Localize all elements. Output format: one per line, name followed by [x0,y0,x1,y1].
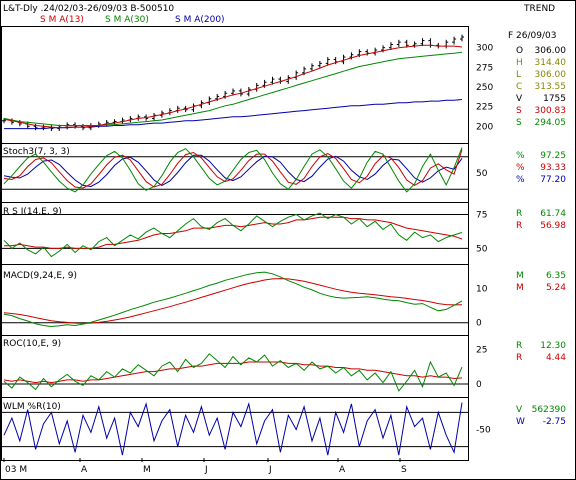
macd-ytick-label: 0 [476,319,482,329]
readout-key: V [516,94,523,104]
readout-value: 313.55 [535,82,567,92]
readout-value: 61.74 [540,209,566,219]
readout-value: 5.24 [546,283,566,293]
readout-key: % [516,163,525,173]
readout-key: V [516,405,523,415]
x-tick-label: 03 M [5,465,27,475]
readout-value: 6.35 [546,271,566,281]
readout-value: 562390 [532,405,567,415]
readout-value: 97.25 [540,151,566,161]
x-tick-label: A [81,465,88,475]
x-tick-label: A [339,465,346,475]
x-tick-label: M [143,465,151,475]
readout-key: O [516,46,523,56]
readout-key: W [516,417,525,427]
readout-key: R [516,209,522,219]
readout-value: 77.20 [540,175,566,185]
technical-chart: L&T-Dly .24/02/03-26/09/03 B-500510 S M … [0,0,576,480]
trend-label: TREND [523,4,555,14]
readout-key: S [516,106,522,116]
readout-key: % [516,175,525,185]
legend-sma30: S M A(30) [105,15,149,25]
readout-value: -2.75 [543,417,566,427]
readout-date: F 26/09/03 [508,31,556,41]
readout-value: 294.05 [535,118,567,128]
rsi-ytick-label: 75 [476,211,487,221]
readout-key: M [516,283,524,293]
readout-value: 306.00 [535,46,567,56]
readout-value: 12.30 [540,341,566,351]
readout-value: 56.98 [540,221,566,231]
rsi-title: R S I(14,E, 9) [3,207,62,217]
readout-value: 4.44 [546,353,566,363]
wr-title: WLM %R(10) [3,402,61,412]
rsi-ytick-label: 50 [476,244,488,254]
stoch-ytick-label: 50 [476,169,488,179]
readout-value: 300.83 [535,106,567,116]
readout-key: L [516,70,521,80]
roc-ytick-label: 0 [476,380,482,390]
macd-ytick-label: 10 [476,285,488,295]
price-ytick-label: 250 [476,83,493,93]
roc-title: ROC(10,E, 9) [3,339,61,349]
x-tick-label: J [268,465,272,475]
legend-sma13: S M A(13) [40,15,84,25]
readout-value: 93.33 [540,163,566,173]
wr-ytick-label: -50 [476,426,491,436]
legend-sma200: S M A(200) [175,15,225,25]
readout-key: C [516,82,522,92]
price-ytick-label: 275 [476,63,493,73]
readout-value: 306.00 [535,70,567,80]
chart-title: L&T-Dly .24/02/03-26/09/03 B-500510 [3,4,174,14]
readout-value: 314.40 [535,58,567,68]
readout-value: 1755 [543,94,566,104]
readout-key: M [516,271,524,281]
price-ytick-label: 200 [476,122,493,132]
readout-key: S [516,118,522,128]
readout-key: R [516,353,522,363]
x-tick-label: J [204,465,208,475]
price-ytick-label: 300 [476,44,493,54]
price-ytick-label: 225 [476,103,493,113]
readout-key: R [516,341,522,351]
readout-key: R [516,221,522,231]
roc-ytick-label: 25 [476,346,487,356]
readout-key: H [516,58,523,68]
x-tick-label: S [401,465,407,475]
macd-title: MACD(9,24,E, 9) [3,271,77,281]
readout-key: % [516,151,525,161]
